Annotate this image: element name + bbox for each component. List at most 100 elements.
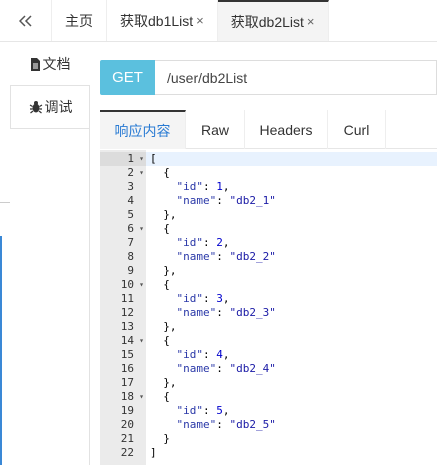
sidebar-tab-debug[interactable]: 调试 [10, 85, 90, 129]
code-text: "id": 5, [176, 404, 230, 417]
code-line: 5 }, [100, 208, 437, 222]
code-text: "id": 3, [176, 292, 230, 305]
tab-headers[interactable]: Headers [245, 110, 328, 149]
code-line: 18 ▾ { [100, 390, 437, 404]
code-line: 16 "name": "db2_4" [100, 362, 437, 376]
code-line: 21 } [100, 432, 437, 446]
tab-get-db1list-label: 获取db1List [120, 12, 194, 29]
fold-arrow-icon[interactable]: ▾ [139, 334, 144, 348]
fold-arrow-icon[interactable]: ▾ [139, 166, 144, 180]
fold-arrow-icon[interactable]: ▾ [139, 152, 144, 166]
code-text: "name": "db2_5" [176, 418, 276, 431]
code-line: 10 ▾ { [100, 278, 437, 292]
code-line: 2 ▾ { [100, 166, 437, 180]
line-number: 19 [100, 404, 146, 418]
code-text: "name": "db2_1" [176, 194, 276, 207]
json-key: "name" [176, 194, 217, 207]
json-key: "name" [176, 362, 217, 375]
tab-raw[interactable]: Raw [186, 110, 245, 149]
tab-get-db2list-label: 获取db2List [230, 13, 304, 30]
tab-get-db2list[interactable]: 获取db2List × [217, 0, 329, 41]
http-method-badge[interactable]: GET [100, 60, 155, 95]
json-value: 1 [216, 180, 223, 193]
code-line: 8 "name": "db2_2" [100, 250, 437, 264]
tab-response-content[interactable]: 响应内容 [100, 110, 186, 149]
json-key: "id" [176, 236, 204, 249]
code-text: "id": 2, [176, 236, 230, 249]
code-text: { [150, 334, 170, 347]
blue-accent-strip [0, 236, 2, 465]
code-text: "name": "db2_2" [176, 250, 276, 263]
close-icon[interactable]: × [196, 13, 204, 28]
url-field[interactable]: /user/db2List [155, 60, 437, 95]
line-number: 13 [100, 320, 146, 334]
fold-arrow-icon[interactable]: ▾ [139, 222, 144, 236]
json-key: "name" [176, 418, 217, 431]
tab-home[interactable]: 主页 [52, 0, 107, 41]
code-line: 4 "name": "db2_1" [100, 194, 437, 208]
line-number-text: 13 [120, 320, 134, 333]
code-text: { [150, 390, 170, 403]
line-number: 7 [100, 236, 146, 250]
json-key: "name" [176, 306, 217, 319]
line-number-text: 5 [127, 208, 134, 221]
line-number: 5 [100, 208, 146, 222]
code-text: }, [150, 264, 177, 277]
json-value: "db2_5" [229, 418, 276, 431]
code-line: 19 "id": 5, [100, 404, 437, 418]
line-number-text: 7 [127, 236, 134, 249]
app-root: 主页 获取db1List × 获取db2List × 文档 调试 GET /us… [0, 0, 437, 465]
code-text: }, [150, 376, 177, 389]
line-number: 22 [100, 446, 146, 460]
json-value: 3 [216, 292, 223, 305]
code-line: 6 ▾ { [100, 222, 437, 236]
json-value: "db2_4" [229, 362, 276, 375]
sidebar-tab-debug-label: 调试 [44, 99, 73, 115]
code-line: 12 "name": "db2_3" [100, 306, 437, 320]
code-text: [ [146, 152, 437, 166]
code-text: ] [150, 446, 157, 459]
line-number-text: 6 [127, 222, 134, 235]
line-number-text: 16 [120, 362, 134, 375]
tab-home-label: 主页 [65, 12, 93, 29]
fold-arrow-icon[interactable]: ▾ [139, 390, 144, 404]
line-number-text: 19 [120, 404, 134, 417]
tab-get-db1list[interactable]: 获取db1List × [107, 0, 218, 41]
line-number-text: 17 [120, 376, 134, 389]
response-tabs: 响应内容 Raw Headers Curl [100, 110, 437, 149]
response-code-editor[interactable]: 1 ▾[2 ▾ {3 "id": 1, 4 "name": "db2_1" 5 }, 6 ▾… [100, 150, 437, 465]
json-key: "id" [176, 292, 204, 305]
json-key: "id" [176, 404, 204, 417]
line-number: 15 [100, 348, 146, 362]
sidebar-tab-document[interactable]: 文档 [10, 42, 90, 86]
line-number: 1 ▾ [100, 152, 146, 166]
line-number: 17 [100, 376, 146, 390]
code-text: }, [150, 320, 177, 333]
tab-curl[interactable]: Curl [328, 110, 386, 149]
json-value: 5 [216, 404, 223, 417]
double-chevron-left-icon-svg [18, 14, 32, 27]
code-line: 9 }, [100, 264, 437, 278]
close-icon[interactable]: × [307, 14, 315, 29]
fold-arrow-icon[interactable]: ▾ [139, 278, 144, 292]
line-number: 11 [100, 292, 146, 306]
line-number: 2 ▾ [100, 166, 146, 180]
bug-icon [29, 101, 42, 114]
code-line: 15 "id": 4, [100, 348, 437, 362]
line-number-text: 14 [120, 334, 134, 347]
json-value: "db2_2" [229, 250, 276, 263]
line-number-text: 8 [127, 250, 134, 263]
double-chevron-left-icon[interactable] [0, 0, 52, 41]
code-text: { [150, 278, 170, 291]
line-number: 18 ▾ [100, 390, 146, 404]
line-number-text: 4 [127, 194, 134, 207]
code-text: }, [150, 208, 177, 221]
code-text: "name": "db2_4" [176, 362, 276, 375]
line-number: 3 [100, 180, 146, 194]
line-number: 16 [100, 362, 146, 376]
code-text: "id": 1, [176, 180, 230, 193]
divider [0, 202, 10, 203]
json-value: 4 [216, 348, 223, 361]
line-number: 9 [100, 264, 146, 278]
line-number-text: 12 [120, 306, 134, 319]
